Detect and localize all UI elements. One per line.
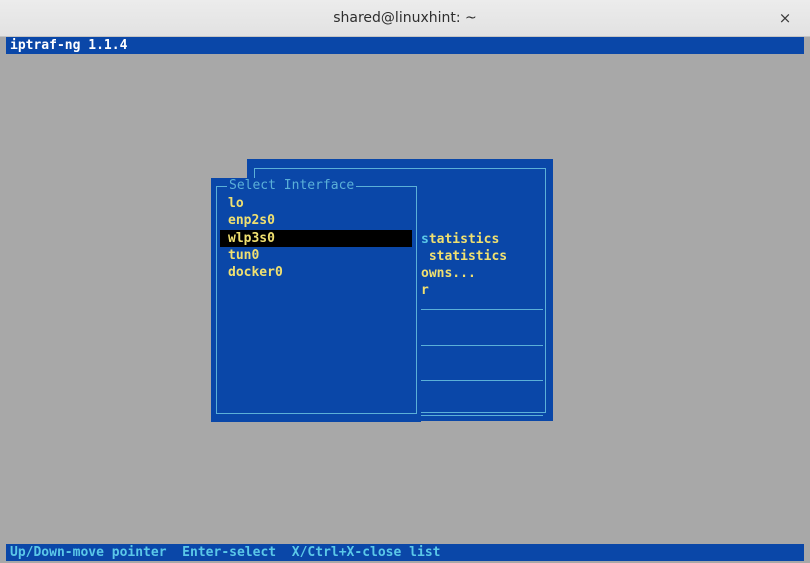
menu-item-hotkey: s: [421, 232, 429, 247]
close-icon[interactable]: ×: [776, 9, 794, 27]
main-menu-item[interactable]: owns...: [421, 266, 476, 281]
status-bar: Up/Down-move pointer Enter-select X/Ctrl…: [6, 544, 804, 561]
status-text: Up/Down-move pointer Enter-select X/Ctrl…: [10, 545, 441, 560]
menu-item-label: r: [421, 283, 429, 298]
terminal-area: iptraf-ng 1.1.4 statistics statistics ow…: [0, 37, 810, 563]
interface-item-wlp3s0[interactable]: wlp3s0: [220, 230, 412, 247]
menu-separator: [421, 345, 543, 346]
main-menu-item[interactable]: statistics: [421, 249, 507, 264]
app-title-bar: iptraf-ng 1.1.4: [6, 37, 804, 54]
menu-separator: [421, 309, 543, 310]
menu-item-label: tatistics: [428, 232, 500, 247]
menu-separator: [421, 380, 543, 381]
interface-item-tun0[interactable]: tun0: [220, 247, 412, 264]
main-menu-item[interactable]: r: [421, 283, 429, 298]
menu-separator: [421, 415, 543, 416]
dialog-title: Select Interface: [227, 178, 357, 193]
main-menu-item[interactable]: statistics: [421, 232, 499, 247]
menu-item-label: owns...: [421, 266, 476, 281]
window-titlebar: shared@linuxhint: ~ ×: [0, 0, 810, 37]
select-interface-dialog: Select Interface lo enp2s0 wlp3s0 tun0 d…: [211, 178, 421, 422]
window-title: shared@linuxhint: ~: [333, 10, 477, 26]
interface-item-lo[interactable]: lo: [220, 195, 412, 212]
interface-item-enp2s0[interactable]: enp2s0: [220, 212, 412, 229]
app-title: iptraf-ng 1.1.4: [10, 38, 128, 53]
interface-item-docker0[interactable]: docker0: [220, 264, 412, 281]
menu-item-label: statistics: [421, 249, 508, 264]
